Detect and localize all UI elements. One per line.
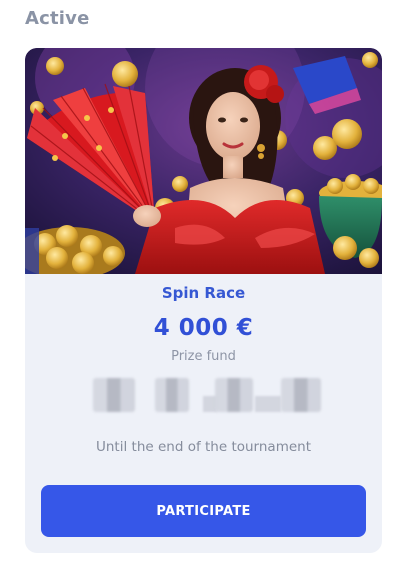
countdown-caption: Until the end of the tournament	[96, 439, 311, 455]
countdown-hours-blurred	[155, 378, 189, 412]
countdown-timer	[85, 378, 335, 418]
countdown-seconds-blurred	[281, 378, 321, 412]
prize-fund-label: Prize fund	[171, 349, 236, 364]
tournament-hero-image	[25, 48, 382, 274]
countdown-minutes-blurred	[215, 378, 253, 412]
countdown-separator	[255, 396, 281, 412]
participate-button[interactable]: PARTICIPATE	[41, 485, 366, 537]
countdown-days-blurred	[93, 378, 135, 412]
tournament-card: Spin Race 4 000 € Prize fund Until the e…	[25, 48, 382, 553]
hero-illustration	[25, 48, 382, 274]
tournament-title: Spin Race	[161, 284, 246, 302]
tournaments-page: Active Spin Race 4 000 € Prize fund Unti…	[0, 0, 417, 567]
section-title: Active	[25, 8, 90, 29]
prize-amount: 4 000 €	[153, 315, 254, 341]
